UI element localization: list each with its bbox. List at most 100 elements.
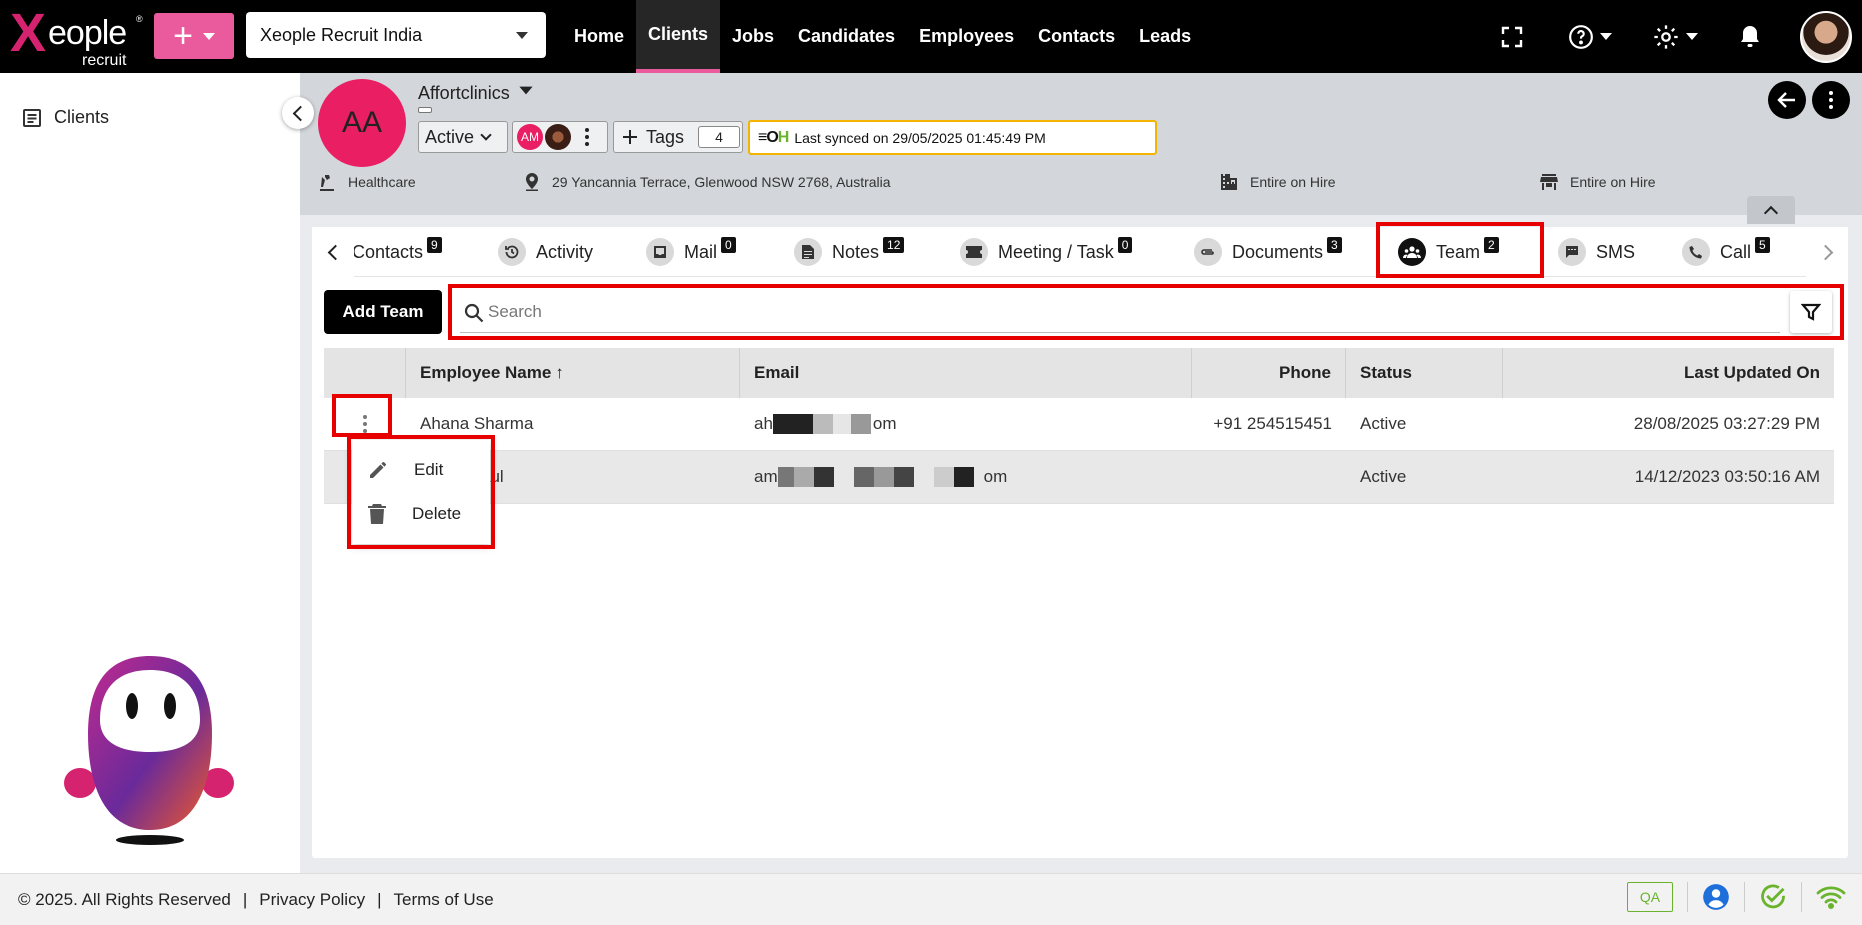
redaction-block bbox=[777, 467, 794, 487]
xeople-logo[interactable]: X eople ® recruit bbox=[10, 3, 143, 69]
add-team-button[interactable]: Add Team bbox=[324, 290, 442, 334]
tab-mail[interactable]: Mail 0 bbox=[646, 227, 736, 277]
tab-badge: 2 bbox=[1484, 237, 1499, 253]
redaction-block bbox=[812, 414, 833, 434]
location-pin-icon bbox=[526, 173, 538, 191]
employee-phone: +91 254515451 bbox=[1213, 414, 1332, 433]
menu-item-label: Edit bbox=[414, 460, 444, 479]
tabs-scroll-right-button[interactable] bbox=[1806, 227, 1848, 277]
menu-item-delete[interactable]: Delete bbox=[352, 492, 490, 536]
sidebar-item-label: Clients bbox=[54, 107, 110, 127]
filter-button[interactable] bbox=[1790, 291, 1832, 333]
chevron-left-icon bbox=[327, 244, 343, 260]
more-vert-icon[interactable] bbox=[357, 409, 373, 439]
sort-arrow-icon: ↑ bbox=[555, 363, 564, 382]
help-icon bbox=[1569, 24, 1593, 49]
tab-badge: 0 bbox=[721, 237, 736, 253]
column-status[interactable]: Status bbox=[1346, 348, 1503, 398]
history-icon bbox=[498, 238, 526, 266]
client-tabs: Contacts 9 Activity Mail 0 Notes 12 Meet… bbox=[312, 227, 1848, 277]
tab-team[interactable]: Team 2 bbox=[1398, 227, 1499, 277]
account-circle-icon[interactable] bbox=[1702, 883, 1730, 911]
divider bbox=[1744, 882, 1745, 912]
mail-icon bbox=[646, 238, 674, 266]
client-status-select[interactable]: Active bbox=[418, 121, 508, 153]
client-header: AA Affortclinics Active AM Tags 4 ≡OH La… bbox=[300, 73, 1862, 224]
tab-documents[interactable]: Documents 3 bbox=[1194, 227, 1342, 277]
more-vert-icon bbox=[1829, 91, 1833, 109]
tab-label: Contacts bbox=[352, 241, 424, 262]
top-bar: X eople ® recruit + Xeople Recruit India… bbox=[0, 0, 1862, 73]
tab-label: Mail bbox=[684, 241, 718, 262]
menu-item-edit[interactable]: Edit bbox=[352, 448, 490, 492]
column-last-updated[interactable]: Last Updated On bbox=[1503, 348, 1834, 398]
table-header: Employee Name ↑ Email Phone Status Last … bbox=[324, 348, 1834, 398]
tab-sms[interactable]: SMS bbox=[1558, 227, 1635, 277]
redaction-block bbox=[893, 467, 914, 487]
tab-contacts[interactable]: Contacts 9 bbox=[352, 227, 442, 277]
client-ownership: Entire on Hire bbox=[1540, 173, 1656, 191]
tabs-scroll-left-button[interactable] bbox=[312, 227, 354, 277]
privacy-policy-link[interactable]: Privacy Policy bbox=[259, 890, 365, 910]
table-row[interactable]: Ahana Sharma ah om +91 254515451 Active … bbox=[324, 398, 1834, 451]
sms-icon bbox=[1558, 238, 1586, 266]
search-input[interactable] bbox=[460, 291, 1780, 333]
more-vert-icon[interactable] bbox=[585, 128, 589, 146]
member-avatar-am: AM bbox=[517, 124, 543, 150]
logo-registered: ® bbox=[136, 14, 143, 24]
logo-x: X bbox=[10, 3, 47, 63]
sidebar-collapse-button[interactable] bbox=[282, 97, 314, 129]
logo-subtitle: recruit bbox=[82, 52, 127, 69]
sync-text: Last synced on 29/05/2025 01:45:49 PM bbox=[794, 129, 1046, 146]
footer-status-icons: QA bbox=[1627, 882, 1846, 912]
oh-logo-part: ≡O bbox=[758, 128, 779, 146]
column-phone[interactable]: Phone bbox=[1192, 348, 1346, 398]
tab-meeting-task[interactable]: Meeting / Task 0 bbox=[960, 227, 1133, 277]
tab-activity[interactable]: Activity bbox=[498, 227, 593, 277]
oh-logo-part: H bbox=[777, 128, 790, 146]
nav-clients[interactable]: Clients bbox=[636, 0, 721, 73]
notes-icon bbox=[794, 238, 822, 266]
employee-email: am om bbox=[740, 451, 1192, 503]
tags-button[interactable]: Tags 4 bbox=[613, 121, 743, 153]
client-more-button[interactable] bbox=[1812, 81, 1850, 119]
tab-badge: 9 bbox=[427, 237, 442, 253]
header-collapse-button[interactable] bbox=[1747, 196, 1795, 224]
client-members[interactable]: AM bbox=[512, 121, 608, 153]
tab-label: Activity bbox=[536, 241, 594, 262]
company-select[interactable]: Xeople Recruit India bbox=[246, 12, 546, 58]
chevron-right-icon bbox=[1817, 244, 1833, 260]
nav-leads[interactable]: Leads bbox=[1127, 0, 1203, 73]
tab-notes[interactable]: Notes 12 bbox=[794, 227, 905, 277]
tab-badge: 12 bbox=[883, 237, 905, 253]
arrow-left-icon bbox=[1777, 92, 1795, 108]
help-menu-button[interactable] bbox=[1568, 24, 1612, 50]
nav-home[interactable]: Home bbox=[562, 0, 636, 73]
nav-employees[interactable]: Employees bbox=[907, 0, 1026, 73]
nav-jobs[interactable]: Jobs bbox=[720, 0, 786, 73]
client-name-dropdown[interactable]: Affortclinics bbox=[418, 83, 533, 104]
quick-add-button[interactable]: + bbox=[154, 13, 234, 59]
chevron-left-icon bbox=[292, 105, 308, 121]
nav-contacts[interactable]: Contacts bbox=[1026, 0, 1127, 73]
mascot-illustration bbox=[64, 656, 234, 845]
tab-call[interactable]: Call 5 bbox=[1682, 227, 1770, 277]
wifi-icon bbox=[1816, 886, 1846, 909]
user-avatar[interactable] bbox=[1800, 10, 1852, 63]
settings-menu-button[interactable] bbox=[1652, 23, 1698, 51]
terms-of-use-link[interactable]: Terms of Use bbox=[394, 890, 494, 910]
fullscreen-icon[interactable] bbox=[1500, 25, 1524, 49]
column-employee-name[interactable]: Employee Name ↑ bbox=[406, 348, 740, 398]
client-address-value: 29 Yancannia Terrace, Glenwood NSW 2768,… bbox=[552, 174, 891, 190]
nav-candidates[interactable]: Candidates bbox=[786, 0, 907, 73]
client-industry: Healthcare bbox=[318, 173, 416, 191]
sidebar-item-clients[interactable]: Clients bbox=[22, 107, 109, 128]
trash-icon bbox=[368, 504, 386, 524]
table-row[interactable]: aul am om Active 14/12/2023 03:50:16 AM bbox=[324, 451, 1834, 504]
column-email[interactable]: Email bbox=[740, 348, 1192, 398]
back-button[interactable] bbox=[1768, 81, 1806, 119]
caret-down-icon bbox=[516, 32, 528, 39]
bell-icon[interactable] bbox=[1738, 24, 1762, 50]
redaction-block bbox=[793, 467, 814, 487]
sync-status: ≡OH Last synced on 29/05/2025 01:45:49 P… bbox=[748, 120, 1157, 155]
